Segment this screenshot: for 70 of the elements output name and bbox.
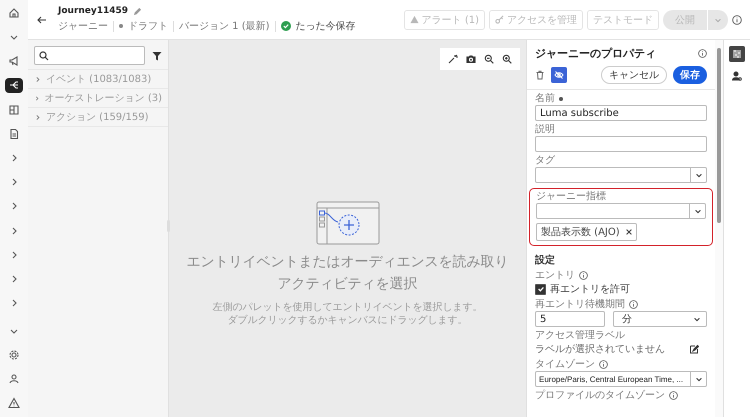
field-label: タイムゾーン bbox=[535, 359, 595, 370]
field-label: タグ bbox=[535, 155, 555, 166]
field-label: 名前 bbox=[535, 93, 555, 104]
chevron-down-icon bbox=[694, 207, 702, 215]
chevron-right-icon bbox=[34, 114, 41, 120]
chevron-right-icon bbox=[34, 94, 40, 102]
section-heading: 設定 bbox=[535, 253, 556, 267]
filter-icon[interactable] bbox=[152, 50, 162, 60]
info-icon[interactable] bbox=[732, 14, 742, 24]
dropdown-field[interactable]: Europe/Paris, Central European Time, ... bbox=[535, 371, 707, 387]
cancel-button[interactable]: キャンセル bbox=[601, 66, 667, 84]
magic-wand-icon[interactable] bbox=[446, 52, 460, 66]
search-field[interactable] bbox=[34, 46, 145, 65]
palette-category[interactable]: イベント (1083/1083) bbox=[28, 70, 168, 89]
dropdown-field[interactable] bbox=[535, 167, 707, 183]
palette-category[interactable]: オーケストレーション (3) bbox=[28, 89, 168, 108]
edit-icon[interactable] bbox=[689, 344, 699, 354]
info-icon[interactable] bbox=[629, 300, 638, 309]
panel-title: ジャーニーのプロパティ bbox=[535, 46, 656, 61]
unit-dropdown[interactable]: 分 bbox=[613, 311, 707, 327]
flow-icon[interactable] bbox=[5, 78, 23, 93]
empty-canvas-drawing bbox=[316, 200, 380, 244]
warning-icon[interactable] bbox=[5, 396, 23, 411]
scrollbar[interactable] bbox=[715, 40, 723, 417]
delete-icon[interactable] bbox=[535, 70, 545, 80]
save-button[interactable]: 保存 bbox=[673, 66, 707, 84]
empty-state-title: エントリイベントまたはオーディエンスを読み取りアクティビティを選択 bbox=[186, 252, 510, 294]
warning-icon bbox=[410, 15, 419, 24]
field-label: 説明 bbox=[535, 124, 555, 135]
field-label: アクセス管理ラベル bbox=[535, 330, 625, 341]
checkbox-label: 再エントリを許可 bbox=[550, 282, 630, 296]
search-icon bbox=[39, 50, 49, 60]
info-icon[interactable] bbox=[669, 391, 678, 400]
back-arrow-icon bbox=[36, 14, 48, 26]
breadcrumb-text: たった今保存 bbox=[296, 20, 356, 33]
palette-category[interactable]: アクション (159/159) bbox=[28, 108, 168, 127]
info-icon[interactable] bbox=[579, 271, 588, 280]
text-field[interactable] bbox=[535, 136, 707, 152]
field-label: プロファイルのタイムゾーン bbox=[535, 390, 665, 401]
field-label: エントリ bbox=[535, 270, 575, 281]
number-field[interactable]: 5 bbox=[535, 311, 605, 327]
chevron-down-icon bbox=[694, 375, 702, 383]
chevron-down-icon bbox=[694, 171, 702, 179]
info-icon[interactable] bbox=[698, 49, 707, 58]
text-field[interactable]: Luma subscribe bbox=[535, 105, 707, 121]
chevron-right-icon bbox=[34, 76, 41, 82]
dropdown-field[interactable] bbox=[536, 203, 706, 219]
pencil-icon[interactable] bbox=[133, 6, 142, 16]
remove-icon[interactable] bbox=[626, 229, 632, 235]
field-label: 再エントリ待機期間 bbox=[535, 299, 625, 310]
properties-icon[interactable] bbox=[729, 46, 745, 62]
checkbox[interactable] bbox=[535, 284, 546, 294]
empty-labels-text: ラベルが選択されていません bbox=[535, 343, 665, 356]
journey-title: Journey11459 bbox=[58, 6, 128, 16]
zoom-out-icon[interactable] bbox=[482, 52, 496, 66]
chevron-down-icon bbox=[693, 315, 701, 323]
check-circle-icon bbox=[280, 21, 291, 31]
status-dot bbox=[119, 24, 123, 28]
info-icon[interactable] bbox=[599, 360, 608, 369]
eye-off-icon bbox=[554, 70, 564, 80]
metric-tag: 製品表示数 (AJO) bbox=[536, 223, 637, 241]
empty-state-hint: 左側のパレットを使用してエントリイベントを選択します。 ダブルクリックするかキャンバスにドラッグします。 bbox=[212, 300, 482, 326]
visibility-toggle-button[interactable] bbox=[551, 67, 567, 83]
key-icon bbox=[495, 15, 504, 24]
breadcrumb-text: ジャーニー bbox=[58, 20, 108, 33]
field-label: ジャーニー指標 bbox=[536, 191, 606, 202]
breadcrumb-text: ドラフト bbox=[128, 20, 168, 33]
zoom-in-icon[interactable] bbox=[500, 52, 514, 66]
checkmark-icon bbox=[536, 285, 544, 293]
breadcrumb-text: バージョン 1 (最新) bbox=[179, 20, 270, 33]
